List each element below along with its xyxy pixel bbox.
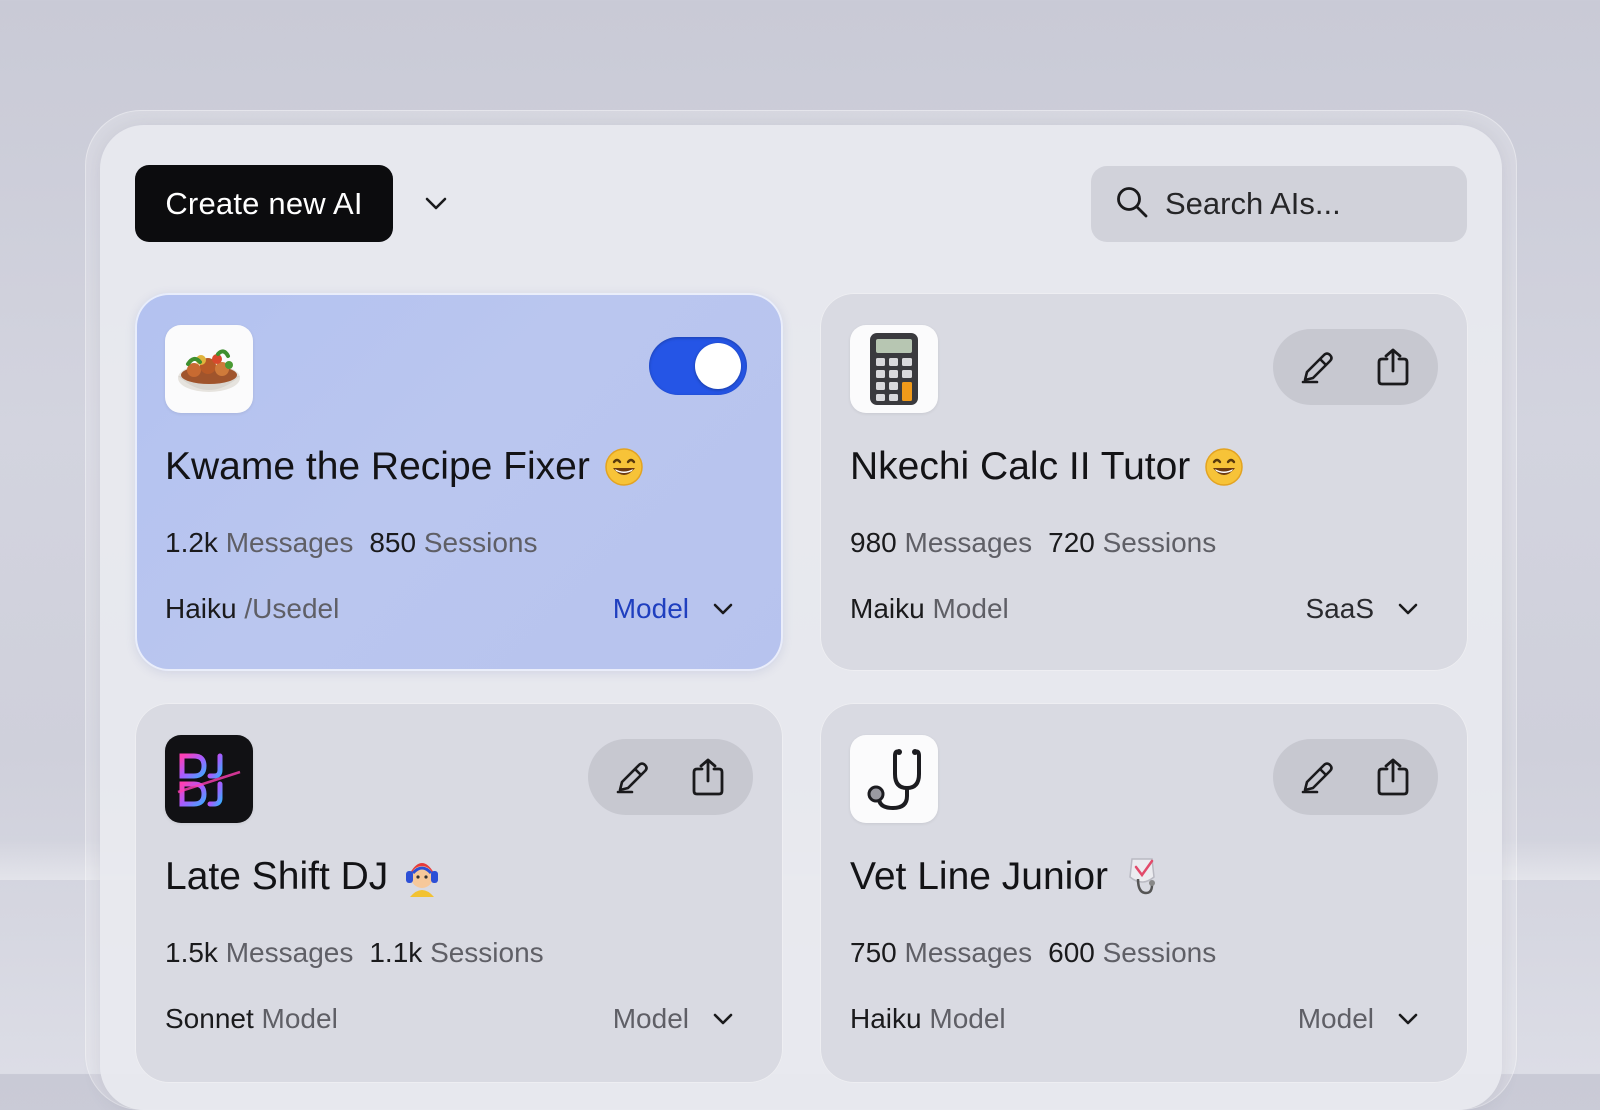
ai-name: Nkechi Calc II Tutor [850, 445, 1244, 489]
create-options-chevron-icon[interactable] [422, 190, 450, 218]
model-dropdown-label: Model [612, 593, 689, 624]
ai-name: Kwame the Recipe Fixer [165, 445, 644, 489]
stethoscope-icon [850, 735, 938, 823]
ai-name: Vet Line Junior [850, 855, 1162, 899]
sessions-count: 720 [1048, 527, 1095, 558]
ai-stats: 750 Messages 600 Sessions [850, 937, 1216, 969]
model-dropdown[interactable]: Model [1298, 1003, 1418, 1035]
chevron-down-icon [713, 1013, 733, 1024]
model-name: Haiku [850, 1003, 922, 1034]
model-row: Haiku /Usedel Model [165, 589, 753, 629]
model-name: Haiku [165, 593, 237, 624]
model-dropdown-label: SaaS [1305, 593, 1375, 624]
food-bowl-icon [165, 325, 253, 413]
ai-name-text: Vet Line Junior [850, 855, 1109, 898]
ai-name: Late Shift DJ [165, 855, 442, 899]
sessions-label: Sessions [1102, 937, 1217, 968]
grinning-emoji-icon [604, 447, 644, 487]
ai-card-kwame[interactable]: Kwame the Recipe Fixer 1.2k Messages 850 … [135, 293, 783, 671]
chevron-down-icon [1398, 1013, 1418, 1024]
ai-name-text: Nkechi Calc II Tutor [850, 445, 1191, 488]
share-icon[interactable] [1365, 749, 1421, 805]
sessions-label: Sessions [423, 527, 538, 558]
edit-icon[interactable] [1290, 749, 1346, 805]
model-name: Maiku [850, 593, 925, 624]
sessions-count: 1.1k [369, 937, 423, 968]
model-dropdown[interactable]: Model [613, 593, 733, 625]
ai-stats: 1.5k Messages 1.1k Sessions [165, 937, 544, 969]
model-dropdown-label: Model [612, 1003, 689, 1034]
dj-character-emoji-icon [402, 855, 442, 899]
ai-name-text: Late Shift DJ [165, 855, 389, 898]
model-dropdown[interactable]: Model [613, 1003, 733, 1035]
model-row: Sonnet Model Model [165, 999, 753, 1039]
messages-count: 1.5k [165, 937, 218, 968]
ai-card-late-shift-dj[interactable]: Late Shift DJ 1.5k Messages 1.1k Sessions… [135, 703, 783, 1083]
model-dropdown[interactable]: SaaS [1306, 593, 1419, 625]
card-actions [1273, 739, 1438, 815]
model-row: Maiku Model SaaS [850, 589, 1438, 629]
dj-logo-icon [165, 735, 253, 823]
grinning-emoji-icon [1204, 447, 1244, 487]
messages-label: Messages [225, 527, 354, 558]
active-toggle[interactable] [649, 337, 747, 395]
model-suffix: Model [932, 593, 1009, 624]
model-info: Sonnet Model [165, 1003, 338, 1035]
card-actions [588, 739, 753, 815]
search-icon [1115, 185, 1149, 224]
model-suffix: Model [261, 1003, 338, 1034]
ai-stats: 980 Messages 720 Sessions [850, 527, 1216, 559]
search-input[interactable] [1163, 185, 1437, 223]
toggle-knob [695, 343, 741, 389]
sessions-label: Sessions [430, 937, 544, 968]
messages-label: Messages [904, 527, 1033, 558]
model-suffix: /Usedel [244, 593, 340, 624]
ai-name-text: Kwame the Recipe Fixer [165, 445, 590, 488]
create-new-ai-button[interactable]: Create new AI [135, 165, 393, 242]
stethoscope-badge-emoji-icon [1122, 855, 1162, 899]
edit-icon[interactable] [1290, 339, 1346, 395]
sessions-count: 850 [369, 527, 417, 558]
messages-count: 750 [850, 937, 897, 968]
calculator-icon [850, 325, 938, 413]
chevron-down-icon [713, 603, 733, 614]
model-info: Haiku /Usedel [165, 593, 339, 625]
sessions-label: Sessions [1102, 527, 1217, 558]
messages-label: Messages [904, 937, 1033, 968]
card-actions [1273, 329, 1438, 405]
share-icon[interactable] [680, 749, 736, 805]
model-info: Haiku Model [850, 1003, 1006, 1035]
share-icon[interactable] [1365, 339, 1421, 395]
model-suffix: Model [929, 1003, 1006, 1034]
chevron-down-icon [1398, 603, 1418, 614]
sessions-count: 600 [1048, 937, 1095, 968]
search-box[interactable] [1091, 166, 1467, 242]
ai-card-nkechi[interactable]: Nkechi Calc II Tutor 980 Messages 720 Ses… [820, 293, 1468, 671]
messages-count: 980 [850, 527, 897, 558]
ai-stats: 1.2k Messages 850 Sessions [165, 527, 537, 559]
model-row: Haiku Model Model [850, 999, 1438, 1039]
model-info: Maiku Model [850, 593, 1009, 625]
model-name: Sonnet [165, 1003, 254, 1034]
model-dropdown-label: Model [1297, 1003, 1374, 1034]
ai-card-vet-line-junior[interactable]: Vet Line Junior 750 Messages 600 Sessions… [820, 703, 1468, 1083]
edit-icon[interactable] [605, 749, 661, 805]
messages-count: 1.2k [165, 527, 218, 558]
messages-label: Messages [225, 937, 354, 968]
